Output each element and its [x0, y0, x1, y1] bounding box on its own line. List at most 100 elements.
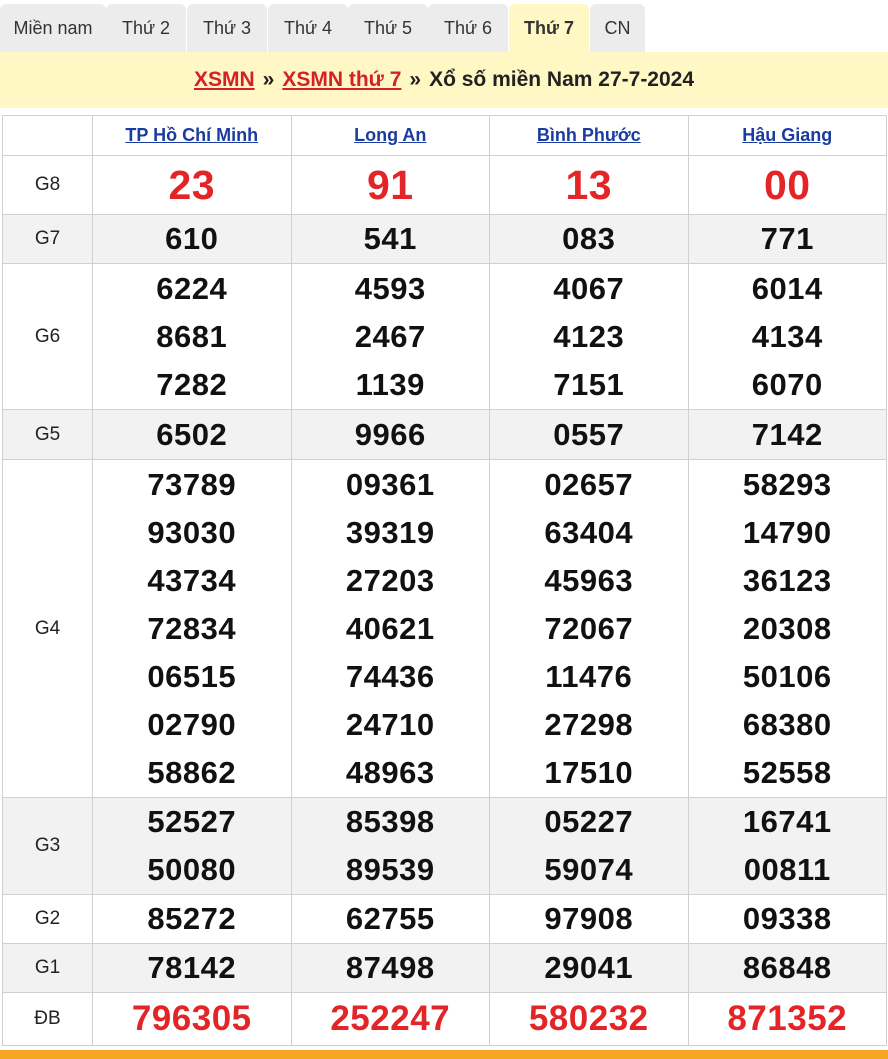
result-number: 00811 — [743, 852, 831, 887]
result-cell: 85272 — [92, 894, 292, 944]
result-cell: 610 — [92, 214, 292, 264]
province-link[interactable]: TP Hồ Chí Minh — [125, 125, 258, 145]
result-number: 27203 — [345, 562, 435, 598]
result-number: 02657 — [544, 466, 634, 502]
province-header-row: TP Hồ Chí Minh Long An Bình Phước Hậu Gi… — [2, 115, 887, 156]
prize-row: G6 6224 8681 7282 4593 2467 1139 4067 4123 7151 60… — [2, 263, 887, 410]
result-number: 20308 — [742, 610, 832, 646]
result-number: 91 — [366, 162, 414, 208]
prize-row: ĐB 796305 252247 580232 871352 — [2, 992, 887, 1046]
result-number: 40621 — [345, 610, 435, 646]
result-cell: 05227 59074 — [489, 797, 689, 895]
prize-label: G7 — [2, 214, 93, 264]
result-cell: 85398 89539 — [290, 797, 490, 895]
result-cell: 09361 39319 27203 40621 74436 24710 48963 — [290, 459, 490, 798]
result-number: 27298 — [544, 706, 634, 742]
result-number: 02790 — [147, 706, 237, 742]
result-number: 11476 — [545, 658, 633, 694]
result-cell: 52527 50080 — [92, 797, 292, 895]
tab-day[interactable]: Thứ 2 — [106, 4, 186, 52]
prize-label: ĐB — [2, 992, 93, 1046]
tab-day[interactable]: Thứ 3 — [187, 4, 267, 52]
result-cell: 083 — [489, 214, 689, 264]
bottom-bar — [0, 1050, 888, 1059]
tab-day[interactable]: Thứ 7 — [509, 4, 589, 52]
breadcrumb-link-xsmn[interactable]: XSMN — [194, 68, 255, 92]
result-number: 16741 — [742, 804, 832, 839]
page-title: Xổ số miền Nam 27-7-2024 — [429, 68, 695, 91]
result-number: 4067 — [553, 270, 625, 306]
result-cell: 86848 — [687, 943, 887, 993]
result-cell: 73789 93030 43734 72834 06515 02790 58862 — [92, 459, 292, 798]
result-number: 09338 — [742, 901, 832, 936]
prize-row: G5 6502 9966 0557 7142 — [2, 409, 887, 460]
result-number: 78142 — [147, 950, 237, 985]
tab-day[interactable]: Thứ 5 — [348, 4, 428, 52]
result-number: 50080 — [147, 852, 237, 887]
result-cell: 13 — [489, 155, 689, 215]
prize-row: G3 52527 50080 85398 89539 05227 59074 16741 008… — [2, 797, 887, 895]
breadcrumb-separator: » — [262, 68, 275, 91]
tab-day[interactable]: CN — [590, 4, 645, 52]
result-cell: 6014 4134 6070 — [687, 263, 887, 410]
result-number: 083 — [562, 221, 616, 256]
province-link[interactable]: Hậu Giang — [742, 125, 832, 145]
result-cell: 4593 2467 1139 — [290, 263, 490, 410]
prize-row: G8 23 91 13 00 — [2, 155, 887, 215]
result-cell: 771 — [687, 214, 887, 264]
province-header: Hậu Giang — [687, 115, 887, 156]
result-number: 74436 — [345, 658, 435, 694]
result-number: 29041 — [544, 950, 634, 985]
prize-row: G1 78142 87498 29041 86848 — [2, 943, 887, 993]
province-header: Bình Phước — [489, 115, 689, 156]
prize-row: G7 610 541 083 771 — [2, 214, 887, 264]
result-number: 87498 — [345, 950, 435, 985]
tab-day[interactable]: Thứ 6 — [428, 4, 508, 52]
result-cell: 9966 — [290, 409, 490, 460]
header-corner — [2, 115, 93, 156]
result-cell: 0557 — [489, 409, 689, 460]
breadcrumb-link-xsmn-thu7[interactable]: XSMN thứ 7 — [282, 68, 401, 92]
result-cell: 252247 — [290, 992, 490, 1046]
result-number: 13 — [565, 162, 613, 208]
result-number: 771 — [760, 221, 814, 256]
result-number: 1139 — [355, 366, 425, 402]
breadcrumb-separator: » — [409, 68, 422, 91]
result-number: 4123 — [553, 318, 625, 354]
tab-day[interactable]: Miền nam — [0, 4, 106, 52]
result-cell: 6224 8681 7282 — [92, 263, 292, 410]
result-number: 6502 — [156, 416, 228, 452]
result-cell: 87498 — [290, 943, 490, 993]
result-number: 7282 — [156, 366, 228, 402]
result-number: 580232 — [528, 999, 649, 1038]
result-number: 06515 — [147, 658, 237, 694]
province-header: TP Hồ Chí Minh — [92, 115, 292, 156]
prize-label: G4 — [2, 459, 93, 798]
result-cell: 29041 — [489, 943, 689, 993]
prize-label: G6 — [2, 263, 93, 410]
result-number: 6014 — [751, 270, 823, 306]
result-number: 39319 — [345, 514, 435, 550]
result-number: 58862 — [147, 754, 237, 790]
result-cell: 4067 4123 7151 — [489, 263, 689, 410]
result-number: 6070 — [751, 366, 823, 402]
province-header: Long An — [290, 115, 490, 156]
result-cell: 580232 — [489, 992, 689, 1046]
result-cell: 00 — [687, 155, 887, 215]
result-number: 871352 — [727, 999, 848, 1038]
result-number: 14790 — [742, 514, 832, 550]
result-cell: 7142 — [687, 409, 887, 460]
results-table: TP Hồ Chí Minh Long An Bình Phước Hậu Gi… — [2, 115, 887, 1046]
result-number: 62755 — [345, 901, 435, 936]
result-number: 17510 — [544, 754, 634, 790]
result-number: 52527 — [147, 804, 237, 839]
result-number: 52558 — [742, 754, 832, 790]
tab-day[interactable]: Thứ 4 — [268, 4, 348, 52]
result-number: 63404 — [544, 514, 634, 550]
result-number: 68380 — [742, 706, 832, 742]
province-link[interactable]: Bình Phước — [537, 125, 641, 145]
result-number: 45963 — [544, 562, 634, 598]
province-link[interactable]: Long An — [354, 125, 426, 145]
result-cell: 871352 — [687, 992, 887, 1046]
result-number: 86848 — [742, 950, 832, 985]
